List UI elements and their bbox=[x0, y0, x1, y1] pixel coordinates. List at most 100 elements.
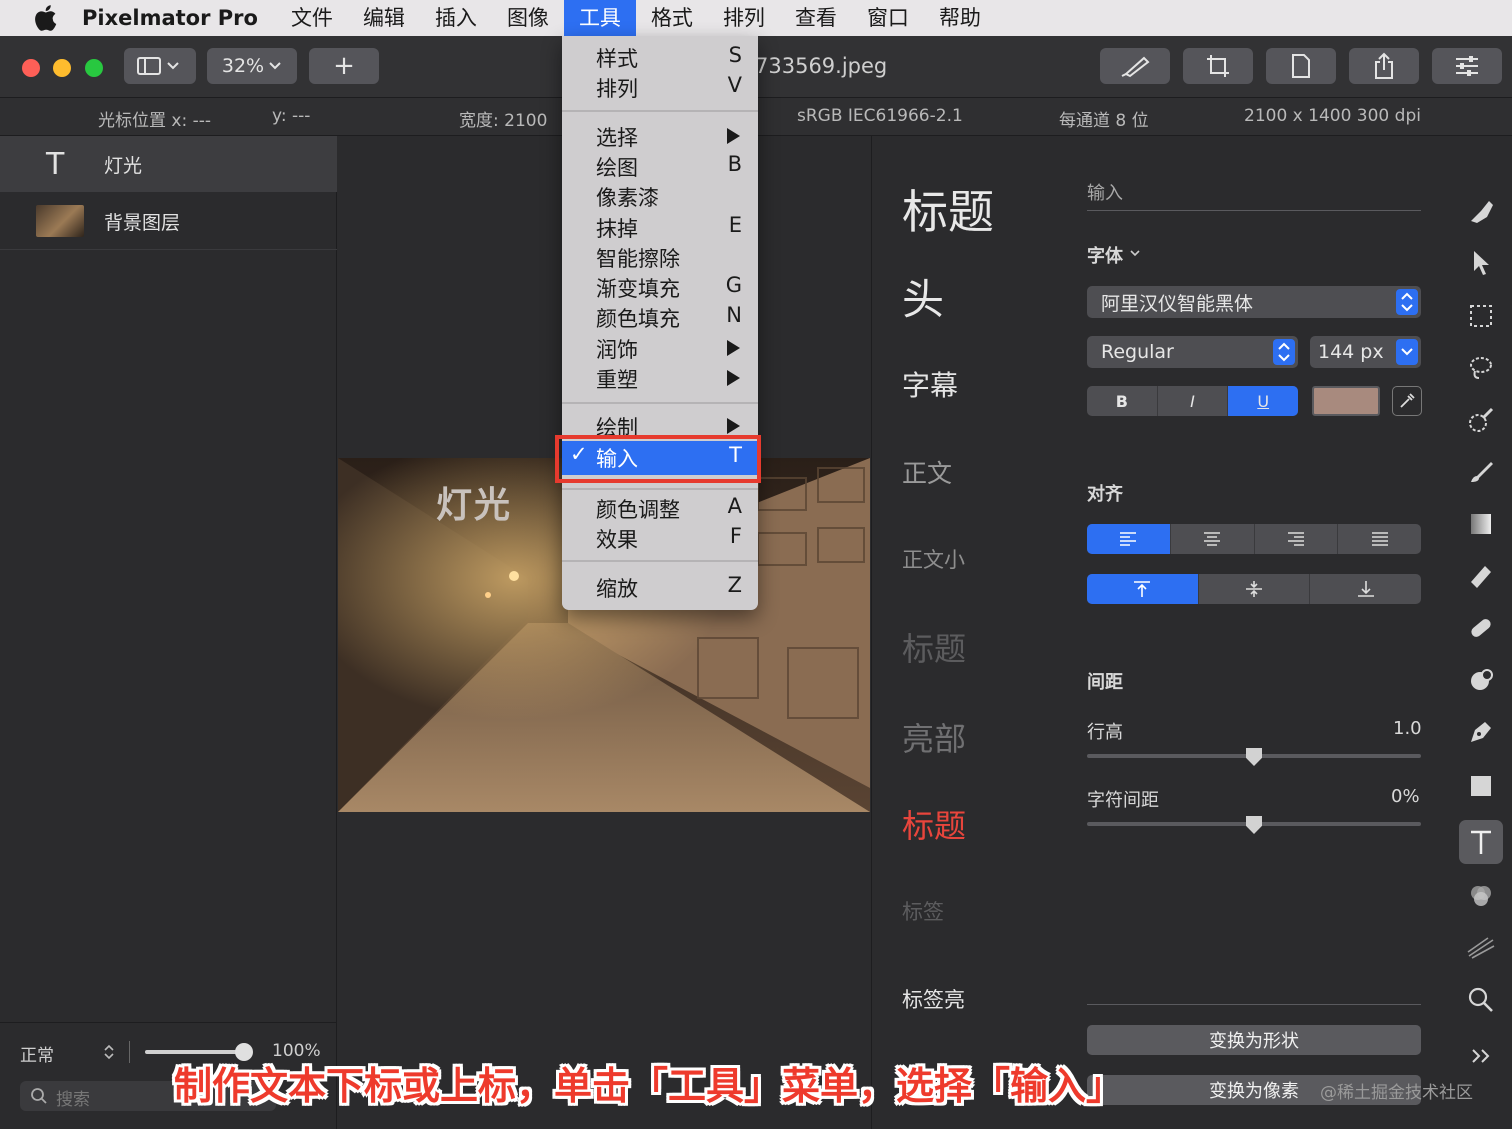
menu-item-erase[interactable]: 抹掉 E bbox=[562, 211, 758, 241]
menu-view[interactable]: 查看 bbox=[780, 0, 852, 36]
menu-item-pixel[interactable]: 像素漆 bbox=[562, 180, 758, 210]
quick-select-tool[interactable] bbox=[1461, 400, 1501, 440]
menu-window[interactable]: 窗口 bbox=[852, 0, 924, 36]
line-height-label: 行高 bbox=[1087, 722, 1123, 743]
menu-item-effects[interactable]: 效果 F bbox=[562, 522, 758, 552]
style-label-bright[interactable]: 标签亮 bbox=[902, 984, 965, 1014]
menu-item-smart-erase[interactable]: 智能擦除 bbox=[562, 241, 758, 271]
menu-tools[interactable]: 工具 bbox=[563, 0, 636, 36]
menu-item-style[interactable]: 样式 S bbox=[562, 41, 758, 71]
add-button[interactable]: + bbox=[309, 48, 379, 84]
italic-button[interactable]: I bbox=[1158, 386, 1229, 416]
search-icon bbox=[31, 1088, 47, 1104]
pen-tool[interactable] bbox=[1461, 712, 1501, 752]
share-button[interactable] bbox=[1349, 48, 1419, 84]
convert-to-shape-button[interactable]: 变换为形状 bbox=[1087, 1025, 1421, 1055]
align-center-button[interactable] bbox=[1171, 524, 1255, 554]
distort-icon bbox=[1471, 669, 1493, 690]
align-left-button[interactable] bbox=[1087, 524, 1171, 554]
line-height-value[interactable]: 1.0 bbox=[1393, 718, 1422, 739]
menu-item-gradient[interactable]: 渐变填充 G bbox=[562, 271, 758, 301]
shortcut-key: N bbox=[726, 303, 742, 327]
menu-insert[interactable]: 插入 bbox=[420, 0, 492, 36]
effects-tool[interactable] bbox=[1461, 928, 1501, 968]
underline-button[interactable]: U bbox=[1228, 386, 1298, 416]
opacity-slider[interactable] bbox=[145, 1050, 245, 1054]
menu-item-color-fill[interactable]: 颜色填充 N bbox=[562, 301, 758, 331]
zoom-tool[interactable] bbox=[1461, 980, 1501, 1020]
letter-spacing-value[interactable]: 0% bbox=[1391, 786, 1420, 807]
footer-divider bbox=[129, 1041, 130, 1063]
menu-edit[interactable]: 编辑 bbox=[348, 0, 420, 36]
blend-mode-select[interactable]: 正常 bbox=[20, 1041, 54, 1066]
document-icon bbox=[1292, 54, 1310, 78]
adjustments-button[interactable] bbox=[1432, 48, 1502, 84]
menu-item-zoom[interactable]: 缩放 Z bbox=[562, 571, 758, 601]
chevron-down-icon bbox=[269, 62, 281, 70]
align-right-button[interactable] bbox=[1255, 524, 1339, 554]
select-tool[interactable] bbox=[1461, 296, 1501, 336]
brush-tool-button[interactable] bbox=[1100, 48, 1170, 84]
style-body[interactable]: 正文 bbox=[902, 454, 952, 490]
chevron-down-icon[interactable] bbox=[1396, 339, 1418, 365]
font-label[interactable]: 字体 bbox=[1087, 242, 1123, 268]
minimize-window-button[interactable] bbox=[53, 59, 71, 77]
menu-item-arrange[interactable]: 排列 V bbox=[562, 71, 758, 101]
paint-tool[interactable] bbox=[1461, 348, 1501, 388]
menu-file[interactable]: 文件 bbox=[276, 0, 348, 36]
align-top-button[interactable] bbox=[1087, 574, 1199, 604]
sidebar-toggle-button[interactable] bbox=[124, 48, 196, 84]
font-family-select[interactable]: 阿里汉仪智能黑体 bbox=[1087, 286, 1421, 318]
eyedropper-button[interactable] bbox=[1392, 386, 1422, 416]
document-button[interactable] bbox=[1266, 48, 1336, 84]
layer-item-background[interactable]: 背景图层 bbox=[0, 193, 337, 249]
font-weight-select[interactable]: Regular bbox=[1087, 336, 1298, 368]
align-middle-button[interactable] bbox=[1199, 574, 1311, 604]
canvas-text-layer[interactable]: 灯光 bbox=[436, 476, 512, 528]
crop-button[interactable] bbox=[1183, 48, 1253, 84]
menu-item-color-adjust[interactable]: 颜色调整 A bbox=[562, 492, 758, 522]
eraser-tool[interactable] bbox=[1461, 556, 1501, 596]
style-body-small[interactable]: 正文小 bbox=[902, 544, 965, 574]
menu-item-retouch[interactable]: 润饰 bbox=[562, 332, 758, 362]
type-tool[interactable] bbox=[1459, 820, 1503, 864]
menu-arrange[interactable]: 排列 bbox=[708, 0, 780, 36]
menu-item-select[interactable]: 选择 bbox=[562, 120, 758, 150]
zoom-window-button[interactable] bbox=[85, 59, 103, 77]
menu-item-reshape[interactable]: 重塑 bbox=[562, 362, 758, 392]
font-size-field[interactable]: 144 px bbox=[1310, 336, 1421, 368]
style-title[interactable]: 标题 bbox=[902, 176, 994, 242]
text-color-well[interactable] bbox=[1312, 386, 1380, 416]
style-subtitle[interactable]: 字幕 bbox=[902, 364, 958, 404]
distort-tool[interactable] bbox=[1461, 660, 1501, 700]
line-height-slider-knob[interactable] bbox=[1246, 748, 1262, 766]
style-highlight[interactable]: 亮部 bbox=[902, 714, 966, 760]
bold-button[interactable]: B bbox=[1087, 386, 1158, 416]
menu-image[interactable]: 图像 bbox=[492, 0, 564, 36]
menu-help[interactable]: 帮助 bbox=[924, 0, 996, 36]
shape-tool[interactable] bbox=[1461, 766, 1501, 806]
submenu-arrow-icon bbox=[727, 340, 740, 356]
app-name-menu[interactable]: Pixelmator Pro bbox=[82, 6, 258, 30]
letter-spacing-slider-knob[interactable] bbox=[1246, 816, 1262, 834]
align-bottom-button[interactable] bbox=[1310, 574, 1421, 604]
gradient-tool[interactable] bbox=[1461, 504, 1501, 544]
layer-item-text[interactable]: T 灯光 bbox=[0, 136, 337, 192]
style-label[interactable]: 标签 bbox=[902, 896, 944, 926]
menu-item-paint[interactable]: 绘图 B bbox=[562, 150, 758, 180]
color-adjust-tool[interactable] bbox=[1461, 876, 1501, 916]
close-window-button[interactable] bbox=[22, 59, 40, 77]
brush-tool[interactable] bbox=[1461, 452, 1501, 492]
retouch-tool[interactable] bbox=[1461, 608, 1501, 648]
arrow-pointer-icon bbox=[1474, 251, 1489, 275]
menu-format[interactable]: 格式 bbox=[636, 0, 708, 36]
apple-icon[interactable] bbox=[30, 3, 60, 33]
align-justify-button[interactable] bbox=[1338, 524, 1421, 554]
style-head[interactable]: 头 bbox=[902, 266, 944, 327]
arrange-tool[interactable] bbox=[1461, 243, 1501, 283]
style-title-dim[interactable]: 标题 bbox=[902, 624, 966, 670]
more-tools-button[interactable] bbox=[1461, 1036, 1501, 1076]
zoom-level-button[interactable]: 32% bbox=[207, 48, 297, 84]
style-tool[interactable] bbox=[1461, 191, 1501, 231]
style-title-red[interactable]: 标题 bbox=[902, 801, 966, 847]
